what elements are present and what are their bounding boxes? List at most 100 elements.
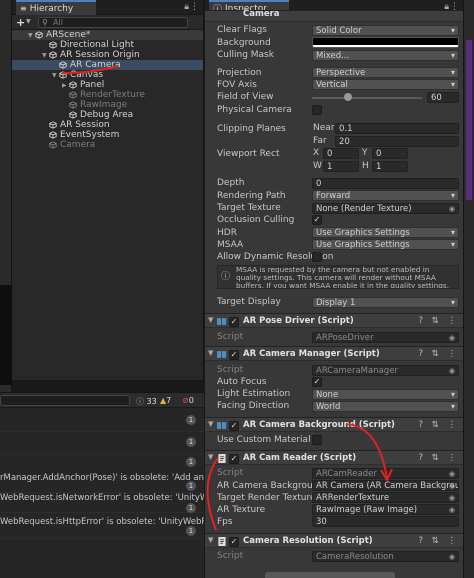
hdr-dropdown[interactable]: Use Graphics Settings bbox=[312, 227, 459, 238]
viewport-w-field[interactable]: 1 bbox=[323, 161, 359, 172]
fold-arrow-icon[interactable]: ▼ bbox=[208, 536, 213, 544]
tree-item-eventsystem[interactable]: EventSystem bbox=[12, 130, 203, 140]
target-display-label: Target Display bbox=[217, 297, 281, 307]
script-label: Script bbox=[217, 551, 244, 561]
light-estimation-dropdown[interactable]: None bbox=[312, 389, 459, 400]
lock-icon[interactable]: 🔒︎ bbox=[184, 2, 189, 12]
component-tools[interactable]: ? ⇅ ⋮ bbox=[418, 420, 459, 430]
fold-arrow-icon[interactable]: ▼ bbox=[208, 316, 213, 324]
facing-direction-dropdown[interactable]: World bbox=[312, 401, 459, 412]
script-component-icon bbox=[217, 351, 227, 358]
fold-arrow-icon[interactable]: ▼ bbox=[208, 453, 213, 461]
console-search-input[interactable] bbox=[0, 395, 130, 406]
tree-item-panel[interactable]: ▶ Panel bbox=[12, 80, 203, 90]
console-panel: ⓘ 33 ▲7 ⊘0 1 1 1 rManager.AddAnchor(Pose… bbox=[0, 392, 204, 578]
console-row-count: 1 bbox=[186, 457, 196, 467]
culling-mask-dropdown[interactable]: Mixed... bbox=[312, 50, 459, 61]
ar-camera-background-header[interactable]: ▼ ✓ AR Camera Background (Script) ? ⇅ ⋮ bbox=[205, 417, 463, 432]
component-enabled-checkbox[interactable]: ✓ bbox=[229, 350, 239, 360]
console-row[interactable]: WebRequest.isHttpError' is obsolete: 'Un… bbox=[0, 513, 204, 539]
tree-item-debug-area[interactable]: Debug Area bbox=[12, 110, 203, 120]
tree-item-ar-camera[interactable]: AR Camera bbox=[12, 60, 203, 70]
chevron-down-icon[interactable]: ▼ bbox=[26, 18, 31, 25]
console-row[interactable]: WebRequest.isNetworkError' is obsolete: … bbox=[0, 489, 204, 513]
add-button[interactable]: + bbox=[16, 16, 25, 29]
error-count-badge[interactable]: ⊘0 bbox=[182, 396, 194, 405]
tree-item-ar-session-origin[interactable]: ▼ AR Session Origin bbox=[12, 50, 203, 60]
fold-arrow-icon[interactable]: ▼ bbox=[28, 32, 35, 39]
ar-texture-label: AR Texture bbox=[217, 505, 266, 515]
msaa-dropdown[interactable]: Use Graphics Settings bbox=[312, 239, 459, 250]
ar-cam-reader-header[interactable]: ▼ ✓ AR Cam Reader (Script) ? ⇅ ⋮ bbox=[205, 450, 463, 465]
target-texture-field[interactable]: None (Render Texture) bbox=[312, 203, 459, 214]
tree-item-rendertexture[interactable]: RenderTexture bbox=[12, 90, 203, 100]
target-display-dropdown[interactable]: Display 1 bbox=[312, 297, 459, 308]
tree-item-rawimage[interactable]: RawImage bbox=[12, 100, 203, 110]
clear-flags-dropdown[interactable]: Solid Color bbox=[312, 25, 459, 36]
console-row-text: WebRequest.isNetworkError' is obsolete: … bbox=[0, 493, 204, 503]
tree-item-directional-light[interactable]: Directional Light bbox=[12, 40, 203, 50]
console-row-count: 1 bbox=[186, 503, 196, 513]
ar-camera-background-field[interactable]: AR Camera (AR Camera Background) bbox=[312, 480, 459, 491]
far-field[interactable]: 20 bbox=[335, 136, 459, 147]
fov-axis-dropdown[interactable]: Vertical bbox=[312, 79, 459, 90]
component-enabled-checkbox[interactable]: ✓ bbox=[229, 454, 239, 464]
add-component-button[interactable] bbox=[265, 572, 395, 578]
kebab-menu-icon[interactable]: ⋮ bbox=[190, 2, 199, 12]
tree-item-label: Camera bbox=[60, 140, 96, 150]
ar-camera-manager-header[interactable]: ▼ ✓ AR Camera Manager (Script) ? ⇅ ⋮ bbox=[205, 346, 463, 361]
fold-arrow-icon[interactable]: ▶ bbox=[62, 82, 69, 89]
camera-component-header[interactable]: Camera bbox=[205, 9, 463, 22]
depth-field[interactable]: 0 bbox=[312, 178, 459, 189]
ar-texture-field[interactable]: RawImage (Raw Image) bbox=[312, 504, 459, 515]
external-window-sliver bbox=[466, 40, 472, 200]
console-row[interactable]: 1 bbox=[0, 433, 204, 455]
console-row-count: 1 bbox=[186, 415, 196, 425]
tree-item-ar-session[interactable]: AR Session bbox=[12, 120, 203, 130]
component-enabled-checkbox[interactable]: ✓ bbox=[229, 537, 239, 547]
component-tools[interactable]: ? ⇅ ⋮ bbox=[418, 349, 459, 359]
component-enabled-checkbox[interactable]: ✓ bbox=[229, 421, 239, 431]
info-icon: ⓘ bbox=[136, 397, 144, 406]
warning-count: 7 bbox=[166, 396, 172, 405]
near-field[interactable]: 0.1 bbox=[335, 123, 459, 134]
fold-arrow-icon[interactable]: ▼ bbox=[208, 420, 213, 428]
allow-dynamic-resolution-checkbox[interactable] bbox=[312, 252, 322, 262]
target-render-texture-field[interactable]: ARRenderTexture bbox=[312, 492, 459, 503]
component-tools[interactable]: ? ⇅ ⋮ bbox=[418, 536, 459, 546]
use-custom-material-checkbox[interactable] bbox=[312, 435, 322, 445]
rendering-path-dropdown[interactable]: Forward bbox=[312, 190, 459, 201]
fov-value-field[interactable]: 60 bbox=[427, 92, 459, 103]
component-tools[interactable]: ? ⇅ ⋮ bbox=[418, 453, 459, 463]
component-tools[interactable]: ? ⇅ ⋮ bbox=[418, 316, 459, 326]
occlusion-culling-checkbox[interactable]: ✓ bbox=[312, 215, 322, 225]
background-color-field[interactable] bbox=[312, 37, 459, 48]
hierarchy-search-input[interactable]: ⚲ All bbox=[38, 17, 188, 28]
viewport-x-field[interactable]: 0 bbox=[323, 148, 359, 159]
warning-count-badge[interactable]: ▲7 bbox=[160, 396, 171, 405]
component-enabled-checkbox[interactable]: ✓ bbox=[229, 317, 239, 327]
info-count-badge[interactable]: ⓘ 33 bbox=[136, 396, 157, 407]
fold-arrow-icon[interactable]: ▼ bbox=[208, 349, 213, 357]
culling-mask-label: Culling Mask bbox=[217, 50, 274, 60]
scene-row[interactable]: ▼ ARScene* bbox=[12, 30, 203, 40]
fps-field[interactable]: 30 bbox=[312, 516, 459, 527]
tree-item-camera[interactable]: Camera bbox=[12, 140, 203, 150]
viewport-w-label: W bbox=[313, 161, 322, 171]
ar-pose-driver-header[interactable]: ▼ ✓ AR Pose Driver (Script) ? ⇅ ⋮ bbox=[205, 313, 463, 328]
viewport-y-field[interactable]: 0 bbox=[372, 148, 408, 159]
fov-slider-track[interactable] bbox=[312, 97, 422, 99]
auto-focus-checkbox[interactable]: ✓ bbox=[312, 377, 322, 387]
fold-arrow-icon[interactable]: ▼ bbox=[42, 52, 49, 59]
fold-arrow-icon[interactable]: ▼ bbox=[52, 72, 59, 79]
tree-item-canvas[interactable]: ▼ Canvas bbox=[12, 70, 203, 80]
tree-item-label: AR Session Origin bbox=[60, 50, 140, 60]
gameobject-icon bbox=[59, 61, 67, 69]
physical-camera-checkbox[interactable] bbox=[312, 105, 322, 115]
tab-hierarchy[interactable]: ≡ Hierarchy bbox=[16, 0, 96, 15]
camera-resolution-header[interactable]: ▼ ✓ Camera Resolution (Script) ? ⇅ ⋮ bbox=[205, 533, 463, 548]
viewport-h-field[interactable]: 1 bbox=[372, 161, 408, 172]
console-row[interactable]: 1 bbox=[0, 410, 204, 432]
fov-slider-thumb[interactable] bbox=[344, 93, 353, 101]
projection-dropdown[interactable]: Perspective bbox=[312, 67, 459, 78]
